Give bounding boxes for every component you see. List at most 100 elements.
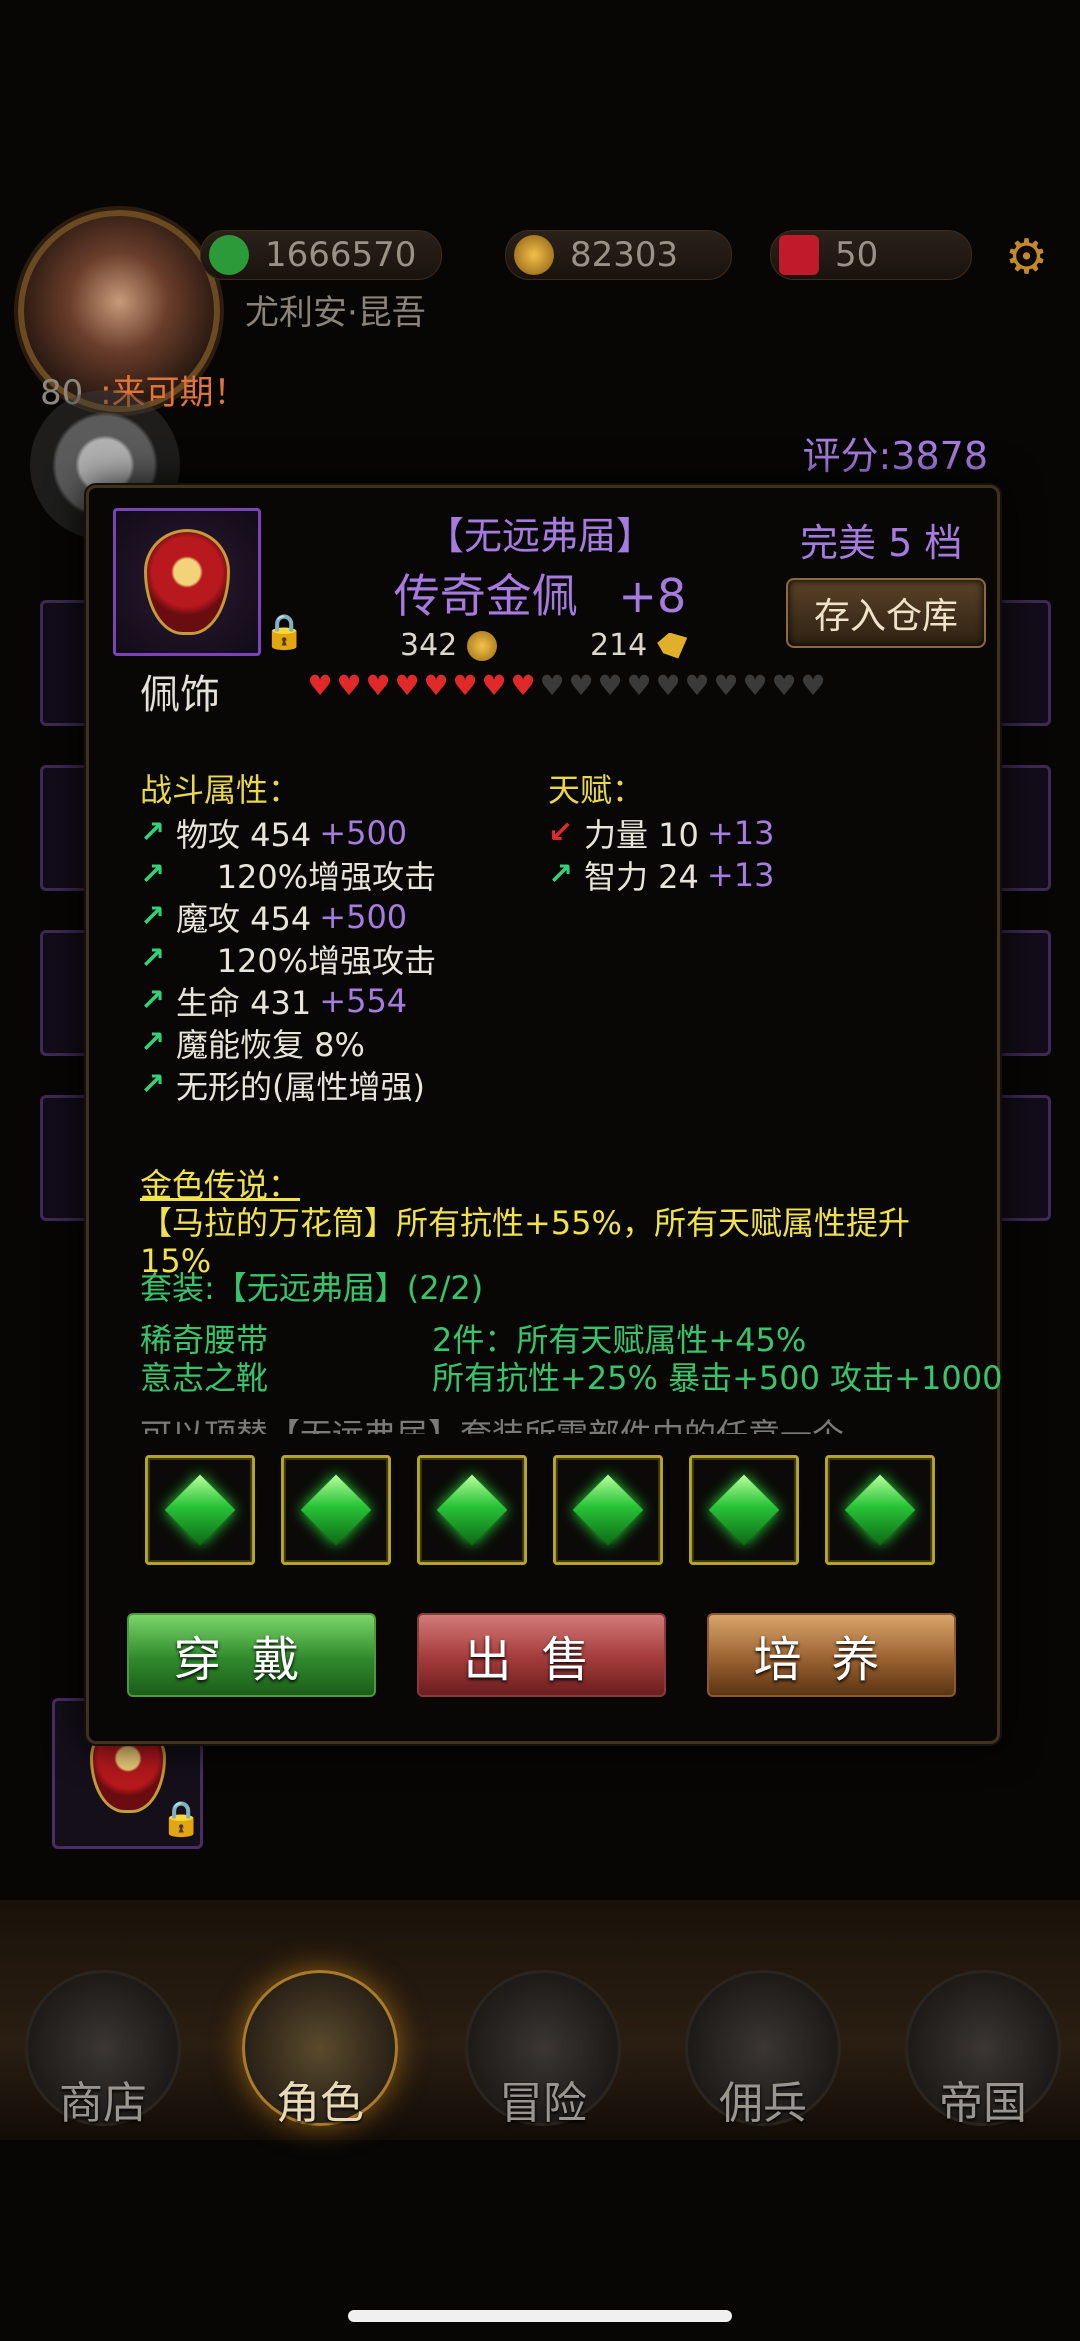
stat-row: ↗ 生命 431 +554 [140, 978, 407, 1024]
amulet-icon [144, 529, 230, 635]
score-label: 评分:3878 [802, 434, 988, 478]
store-to-warehouse-button[interactable]: 存入仓库 [786, 578, 986, 648]
stat-row: ↗ 智力 24 +13 [548, 852, 774, 898]
nav-mercenary[interactable]: 佣兵 [685, 1970, 841, 2129]
item-name-text: 传奇金佩 [393, 569, 578, 623]
announcement-banner: 80 :来可期！ [40, 365, 1030, 421]
stat-label: 智力 24 [584, 858, 699, 896]
emerald-gem-icon [300, 1474, 372, 1546]
stat-label: 生命 431 [176, 984, 312, 1022]
set-note-text: 可以顶替【无远弗届】套装所需部件中的任意一个 [140, 1410, 960, 1434]
gem-value: 50 [835, 235, 879, 275]
heart-icon: ♥ [452, 669, 478, 702]
nav-mercenary-label: 佣兵 [719, 2078, 807, 2129]
heart-icon: ♥ [568, 669, 594, 702]
nav-empire-label: 帝国 [939, 2078, 1027, 2129]
stat-bonus: +500 [319, 898, 408, 936]
heart-icon: ♥ [626, 669, 652, 702]
heart-icon: ♥ [742, 669, 768, 702]
arrow-down-icon: ↙ [548, 815, 574, 850]
arrow-up-icon: ↗ [140, 983, 166, 1018]
set-title: 套装:【无远弗届】(2/2) [140, 1269, 484, 1307]
price-shard-value: 214 [590, 628, 648, 663]
nav-adventure-label: 冒险 [499, 2078, 587, 2129]
talent-heading: 天赋： [548, 771, 645, 809]
set-piece: 意志之靴 [140, 1359, 269, 1397]
gem-socket[interactable] [553, 1455, 663, 1565]
lock-icon: 🔒 [160, 1799, 203, 1839]
sell-button[interactable]: 出售 [417, 1613, 666, 1697]
price-shard: 214 [590, 628, 688, 663]
equip-button[interactable]: 穿戴 [127, 1613, 376, 1697]
set-bonus: 所有抗性+25% 暴击+500 攻击+1000 [432, 1359, 1003, 1397]
gem-socket[interactable] [417, 1455, 527, 1565]
heart-icon: ♥ [771, 669, 797, 702]
nav-shop[interactable]: 商店 [25, 1970, 181, 2129]
home-indicator[interactable] [348, 2310, 732, 2322]
item-set-title: 【无远弗届】 [425, 514, 654, 558]
emerald-gem-icon [436, 1474, 508, 1546]
gold-bar: 1666570 [200, 230, 442, 280]
coin-bar: 82303 [505, 230, 732, 280]
enhance-hearts: ♥ ♥ ♥ ♥ ♥ ♥ ♥ ♥ ♥ ♥ ♥ ♥ ♥ ♥ ♥ ♥ ♥ ♥ [306, 672, 827, 700]
item-name: 传奇金佩 +8 [300, 560, 780, 626]
gem-socket[interactable] [689, 1455, 799, 1565]
stat-bonus: +13 [706, 814, 775, 852]
nav-character[interactable]: 角色 [242, 1970, 398, 2129]
lock-icon[interactable]: 🔒 [263, 614, 305, 650]
arrow-up-icon: ↗ [140, 857, 166, 892]
coin-icon [467, 630, 498, 661]
gem-socket[interactable] [145, 1455, 255, 1565]
heart-icon: ♥ [423, 669, 449, 702]
heart-icon: ♥ [539, 669, 565, 702]
heart-icon: ♥ [684, 669, 710, 702]
stat-label: 魔攻 454 [176, 900, 312, 938]
heart-icon: ♥ [336, 669, 362, 702]
shard-icon [657, 632, 688, 659]
arrow-up-icon: ↗ [140, 815, 166, 850]
gem-socket[interactable] [281, 1455, 391, 1565]
gem-bar: 50 [770, 230, 972, 280]
coin-icon [514, 235, 554, 275]
price-coin: 342 [400, 628, 498, 663]
arrow-up-icon: ↗ [140, 941, 166, 976]
heart-icon: ♥ [655, 669, 681, 702]
item-quality: 完美 5 档 [800, 521, 963, 565]
nav-shop-label: 商店 [59, 2078, 147, 2129]
stat-row: ↗ 魔攻 454 +500 [140, 894, 407, 940]
stat-row: ↗ 无形的(属性增强) [140, 1062, 425, 1108]
stat-row: ↗ 120%增强攻击 [140, 852, 436, 898]
heart-icon: ♥ [365, 669, 391, 702]
emerald-gem-icon [844, 1474, 916, 1546]
stat-label: 无形的(属性增强) [176, 1068, 425, 1106]
stat-row: ↗ 120%增强攻击 [140, 936, 436, 982]
emerald-gem-icon [708, 1474, 780, 1546]
gear-icon[interactable]: ⚙ [1005, 232, 1055, 282]
stat-label: 魔能恢复 8% [176, 1026, 365, 1064]
stat-label: 力量 10 [584, 816, 699, 854]
stat-label: 物攻 454 [176, 816, 312, 854]
item-icon [113, 508, 261, 656]
stat-bonus: +13 [706, 856, 775, 894]
arrow-up-icon: ↗ [140, 1025, 166, 1060]
gem-socket[interactable] [825, 1455, 935, 1565]
nav-adventure[interactable]: 冒险 [465, 1970, 621, 2129]
emerald-gem-icon [164, 1474, 236, 1546]
coin-value: 82303 [570, 235, 679, 275]
heart-icon: ♥ [510, 669, 536, 702]
train-button[interactable]: 培养 [707, 1613, 956, 1697]
arrow-up-icon: ↗ [548, 857, 574, 892]
stat-bonus: +554 [319, 982, 408, 1020]
bottom-navigation: 商店 角色 冒险 佣兵 帝国 [0, 1900, 1080, 2140]
gold-value: 1666570 [265, 235, 417, 275]
item-enhance-level: +8 [618, 569, 687, 623]
heart-icon: ♥ [307, 669, 333, 702]
heart-icon: ♥ [481, 669, 507, 702]
emerald-gem-icon [572, 1474, 644, 1546]
player-name: 尤利安·昆吾 [245, 293, 426, 333]
check-icon [209, 235, 249, 275]
stat-row: ↗ 物攻 454 +500 [140, 810, 407, 856]
stat-row: ↙ 力量 10 +13 [548, 810, 774, 856]
nav-empire[interactable]: 帝国 [905, 1970, 1061, 2129]
heart-icon: ♥ [394, 669, 420, 702]
